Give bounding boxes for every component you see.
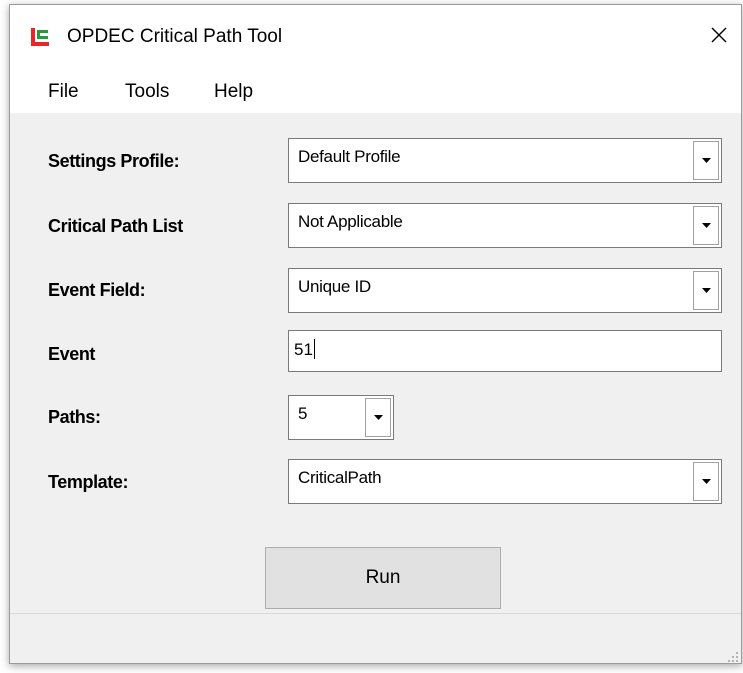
menu-bar: File Tools Help bbox=[10, 65, 741, 113]
close-button[interactable] bbox=[697, 5, 741, 65]
template-dropdown-button[interactable] bbox=[693, 462, 719, 501]
settings-profile-value: Default Profile bbox=[298, 147, 401, 166]
event-field-label: Event Field: bbox=[48, 280, 146, 300]
opdec-logo-icon bbox=[31, 28, 49, 46]
dropdown-arrow-icon bbox=[701, 157, 711, 163]
event-value: 51 bbox=[294, 340, 313, 359]
dropdown-arrow-icon bbox=[701, 222, 711, 228]
paths-value: 5 bbox=[298, 404, 308, 423]
dropdown-arrow-icon bbox=[701, 478, 711, 484]
critical-path-list-value: Not Applicable bbox=[298, 212, 403, 231]
menu-help[interactable]: Help bbox=[214, 81, 253, 103]
event-input[interactable]: 51 bbox=[288, 330, 722, 372]
template-dropdown[interactable]: CriticalPath bbox=[288, 459, 722, 504]
event-field-dropdown[interactable]: Unique ID bbox=[288, 268, 722, 313]
run-button[interactable]: Run bbox=[265, 547, 501, 609]
event-field-dropdown-button[interactable] bbox=[693, 271, 719, 310]
template-label: Template: bbox=[48, 472, 129, 492]
critical-path-list-dropdown-button[interactable] bbox=[693, 206, 719, 245]
close-icon bbox=[711, 27, 727, 43]
dropdown-arrow-icon bbox=[701, 287, 711, 293]
dropdown-arrow-icon bbox=[373, 414, 383, 420]
text-caret bbox=[313, 339, 315, 359]
paths-dropdown-button[interactable] bbox=[365, 398, 391, 437]
resize-grip-icon[interactable] bbox=[725, 649, 739, 663]
menu-file[interactable]: File bbox=[48, 81, 79, 103]
settings-profile-dropdown-button[interactable] bbox=[693, 141, 719, 180]
settings-profile-dropdown[interactable]: Default Profile bbox=[288, 138, 722, 183]
app-window: OPDEC Critical Path Tool File Tools Help… bbox=[9, 4, 742, 664]
event-label: Event bbox=[48, 344, 96, 364]
status-bar bbox=[10, 613, 741, 663]
critical-path-list-label: Critical Path List bbox=[48, 216, 183, 236]
settings-profile-label: Settings Profile: bbox=[48, 151, 180, 171]
form-panel: Settings Profile: Default Profile Critic… bbox=[10, 113, 741, 613]
template-value: CriticalPath bbox=[298, 468, 382, 487]
menu-tools[interactable]: Tools bbox=[125, 81, 169, 103]
paths-label: Paths: bbox=[48, 407, 101, 427]
critical-path-list-dropdown[interactable]: Not Applicable bbox=[288, 203, 722, 248]
title-bar: OPDEC Critical Path Tool bbox=[10, 5, 741, 65]
paths-dropdown[interactable]: 5 bbox=[288, 395, 394, 440]
window-title: OPDEC Critical Path Tool bbox=[67, 26, 283, 47]
event-field-value: Unique ID bbox=[298, 277, 371, 296]
